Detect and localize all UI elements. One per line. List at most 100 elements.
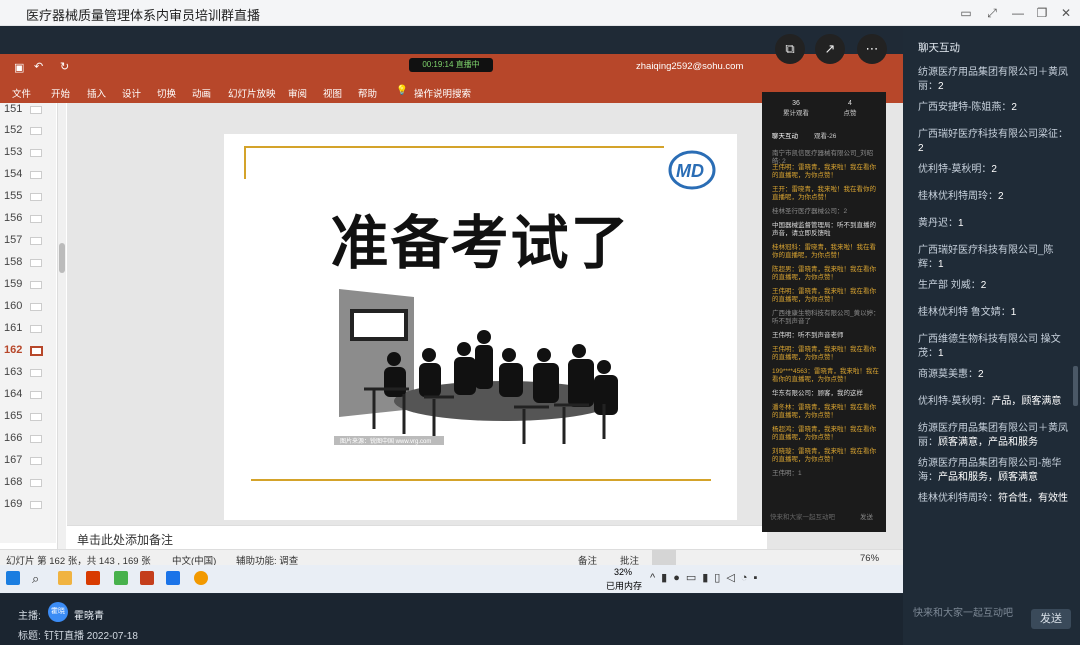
chat-message: 广西安捷特-陈姐燕：2 — [918, 101, 1070, 115]
tab-help[interactable]: 帮助 — [358, 86, 377, 100]
tab-insert[interactable]: 插入 — [87, 86, 106, 100]
thumb-159[interactable]: 159 — [0, 275, 56, 297]
overlay-message: 桂林圣行医疗器械公司：2 — [772, 208, 848, 215]
chat-input-area[interactable]: 快来和大家一起互动吧 发送 — [903, 594, 1080, 645]
close-button[interactable]: ✕ — [1058, 5, 1074, 21]
send-button[interactable]: 发送 — [1031, 609, 1071, 629]
chat-content: 2 — [938, 81, 944, 92]
fullscreen-icon[interactable]: ⤢ — [984, 5, 1000, 21]
thumb-164[interactable]: 164 — [0, 385, 56, 407]
minimize-button[interactable]: — — [1010, 5, 1026, 21]
windows-taskbar: ⌕ 32% 已用内存 ^▮●▭▮▯◁◔▪ — [0, 565, 903, 593]
overlay-message: 王伟明：听不到声音老师 — [772, 332, 844, 339]
search-hint[interactable]: 操作说明搜索 — [414, 86, 471, 100]
memory-label: 已用内存 — [606, 581, 643, 591]
thumb-168[interactable]: 168 — [0, 473, 56, 495]
overlay-input[interactable]: 快来和大家一起互动吧 — [770, 511, 835, 521]
chat-sender: 广西安捷特-陈姐燕： — [918, 102, 1012, 113]
tab-review[interactable]: 审阅 — [288, 86, 307, 100]
more-options-icon[interactable]: ⋯ — [857, 34, 887, 64]
thumb-151[interactable]: 151 — [0, 100, 56, 122]
company-logo: MD — [668, 150, 716, 190]
restore-button[interactable]: ❐ — [1034, 5, 1050, 21]
live-timer: 00:19:14 — [422, 60, 454, 69]
thumb-169[interactable]: 169 — [0, 495, 56, 517]
tab-view[interactable]: 视图 — [323, 86, 342, 100]
thumb-153[interactable]: 153 — [0, 143, 56, 165]
chat-content: 2 — [998, 191, 1004, 202]
pip-icon[interactable]: ▭ — [958, 5, 974, 21]
chat-content: 产品和服务，顾客满意 — [938, 472, 1038, 483]
chat-message: 优利特-莫秋明：产品，顾客满意 — [918, 395, 1070, 409]
chat-message: 生产部 刘威：2 — [918, 279, 1070, 293]
notes-placeholder: 单击此处添加备注 — [77, 533, 174, 547]
topic-text: 钉钉直播 2022-07-18 — [44, 631, 138, 642]
forward-icon[interactable]: ↗ — [815, 34, 845, 64]
zoom-level[interactable]: 76% — [860, 553, 879, 564]
thumb-162-active[interactable]: 162 — [0, 341, 56, 363]
chat-sender: 黄丹迟： — [918, 218, 958, 229]
system-tray-icons[interactable]: ^▮●▭▮▯◁◔▪ — [650, 571, 763, 584]
chat-content: 产品，顾客满意 — [991, 396, 1062, 407]
office-app-icon[interactable] — [86, 571, 100, 585]
tab-file[interactable]: 文件 — [12, 86, 31, 100]
chat-content: 符合性，有效性 — [998, 493, 1068, 504]
thumb-166[interactable]: 166 — [0, 429, 56, 451]
chat-message: 纺源医疗用品集团有限公司-施华海：产品和服务，顾客满意 — [918, 457, 1070, 485]
overlay-send-button[interactable]: 发送 — [860, 511, 873, 521]
folder-app-icon[interactable] — [58, 571, 72, 585]
slide-title: 准备考试了 — [330, 209, 631, 277]
thumb-154[interactable]: 154 — [0, 165, 56, 187]
redo-icon[interactable]: ↻ — [60, 60, 69, 73]
tab-slideshow[interactable]: 幻灯片放映 — [228, 86, 276, 100]
chat-content: 2 — [980, 280, 987, 291]
chat-message: 纺源医疗用品集团有限公司＋黄凤丽：顾客满意，产品和服务 — [918, 422, 1070, 450]
user-email: zhaiqing2592@sohu.com — [636, 61, 744, 72]
window-title: 医疗器械质量管理体系内审员培训群直播 — [26, 8, 261, 23]
dingtalk-app-icon[interactable] — [166, 571, 180, 585]
thumbnail-scrollbar[interactable] — [57, 103, 66, 568]
thumb-155[interactable]: 155 — [0, 187, 56, 209]
chat-sender: 生产部 刘威： — [918, 280, 981, 291]
overlay-tab-chat[interactable]: 聊天互动 — [772, 130, 798, 140]
windows-start-icon[interactable] — [6, 571, 20, 585]
tab-animations[interactable]: 动画 — [192, 86, 211, 100]
tab-design[interactable]: 设计 — [122, 86, 141, 100]
chat-sender: 桂林优利特周玲： — [918, 191, 998, 202]
stat-viewers: 36 累计观看 — [783, 100, 809, 117]
chat-message: 黄丹迟：1 — [918, 217, 1070, 231]
share-screen-icon[interactable]: ⧉ — [775, 34, 805, 64]
chat-content: 1 — [938, 348, 944, 359]
search-icon[interactable]: ⌕ — [32, 571, 46, 586]
overlay-tab-viewers[interactable]: 观看-26 — [814, 130, 836, 140]
overlay-message: 广西维康生物科技有限公司_黄以婷：听不到声音了 — [772, 310, 880, 325]
undo-icon[interactable]: ↶ — [34, 60, 43, 73]
thumb-167[interactable]: 167 — [0, 451, 56, 473]
current-slide: MD 准备考试了 图片来源：锐图中国 www.vrg.com — [224, 134, 737, 520]
tab-home[interactable]: 开始 — [51, 86, 70, 100]
chat-message: 桂林优利特 鲁文婧：1 — [918, 306, 1070, 320]
topic-label: 标题: — [18, 631, 41, 642]
thumb-156[interactable]: 156 — [0, 209, 56, 231]
slide-bottom-rule — [251, 479, 711, 481]
live-status-label: 直播中 — [455, 60, 480, 69]
browser-app-icon[interactable] — [194, 571, 208, 585]
notes-pane[interactable]: 单击此处添加备注 — [67, 525, 767, 549]
thumb-157[interactable]: 157 — [0, 231, 56, 253]
thumb-158[interactable]: 158 — [0, 253, 56, 275]
chat-sender: 商源莫美惠： — [918, 369, 978, 380]
thumb-160[interactable]: 160 — [0, 297, 56, 319]
thumb-152[interactable]: 152 — [0, 121, 56, 143]
save-icon[interactable]: ▣ — [14, 61, 24, 74]
overlay-message: 中国器械监督管理局：听不到直播的声音，请立即反馈啦 — [772, 222, 876, 237]
chat-input[interactable]: 快来和大家一起互动吧 — [913, 604, 1013, 619]
chat-content: 2 — [978, 369, 984, 380]
chat-scrollbar[interactable] — [1073, 366, 1078, 406]
thumb-163[interactable]: 163 — [0, 363, 56, 385]
powerpoint-app-icon[interactable] — [140, 571, 154, 585]
thumb-165[interactable]: 165 — [0, 407, 56, 429]
wechat-app-icon[interactable] — [114, 571, 128, 585]
avatar[interactable]: 霍晓 — [48, 602, 68, 622]
thumb-161[interactable]: 161 — [0, 319, 56, 341]
tab-transitions[interactable]: 切换 — [157, 86, 176, 100]
